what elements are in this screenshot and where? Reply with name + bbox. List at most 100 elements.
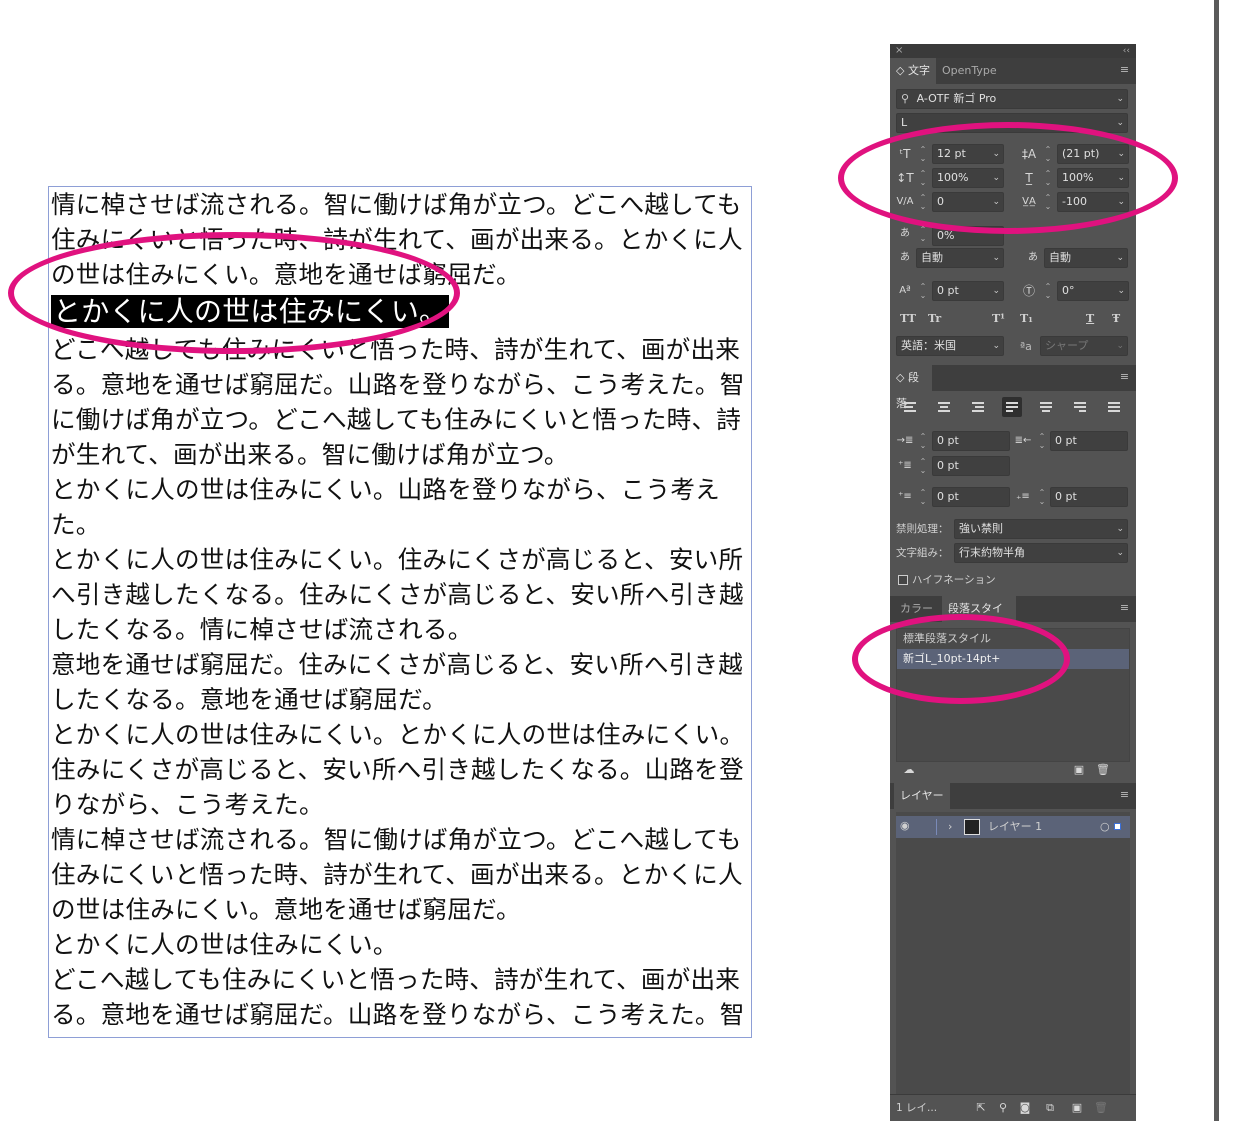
- align-left-button[interactable]: [900, 397, 920, 417]
- text-frame[interactable]: 情に棹させば流される。智に働けば角が立つ。どこへ越しても住みにくいと悟った時、詩…: [48, 186, 752, 1038]
- clipping-mask-icon[interactable]: ◙: [1018, 1100, 1032, 1116]
- panel-menu-icon[interactable]: ≡: [1119, 64, 1130, 75]
- left-indent-field[interactable]: 0 pt: [932, 431, 1010, 451]
- align-right-button[interactable]: [968, 397, 988, 417]
- tab-paragraph[interactable]: ◇ 段落: [890, 365, 932, 410]
- kerning-field[interactable]: 0 ⌄: [932, 192, 1004, 212]
- paragraph[interactable]: どこへ越しても住みにくいと悟った時、詩が生れて、画が出来る。意地を通せば窮屈だ。…: [49, 962, 751, 1037]
- right-indent-field[interactable]: 0 pt: [1050, 431, 1128, 451]
- tab-color[interactable]: カラー: [894, 596, 939, 622]
- list-item[interactable]: 標準段落スタイル: [897, 629, 1129, 649]
- rotation-icon: Ⓣ: [1022, 284, 1035, 298]
- kinsoku-value: 強い禁則: [959, 522, 1003, 535]
- space-after-stepper[interactable]: ⌃ ⌄: [1037, 488, 1047, 506]
- kerning-icon: V/A: [896, 196, 914, 207]
- tab-paragraph-styles[interactable]: 段落スタイル: [942, 596, 1016, 641]
- selection-indicator[interactable]: [1114, 823, 1121, 830]
- hyphenation-checkbox[interactable]: [898, 575, 908, 585]
- mojikumi-label: 文字組み：: [896, 547, 949, 559]
- tab-character[interactable]: ◇ 文字: [890, 58, 936, 84]
- tab-opentype[interactable]: OpenType: [936, 58, 1003, 84]
- new-layer-icon[interactable]: ▣: [1070, 1100, 1084, 1116]
- space-before-stepper[interactable]: ⌃ ⌄: [918, 488, 928, 506]
- first-line-indent-field[interactable]: 0 pt: [932, 456, 1010, 476]
- paragraph[interactable]: 情に棹させば流される。智に働けば角が立つ。どこへ越しても住みにくいと悟った時、詩…: [49, 187, 751, 292]
- rotation-stepper[interactable]: ⌃ ⌄: [1043, 282, 1053, 300]
- tab-layers[interactable]: レイヤー: [894, 783, 950, 809]
- paragraph[interactable]: どこへ越しても住みにくいと悟った時、詩が生れて、画が出来る。意地を通せば窮屈だ。…: [49, 332, 751, 472]
- layer-row[interactable]: ◉ › レイヤー 1 ○: [896, 816, 1130, 838]
- panel-menu-icon[interactable]: ≡: [1119, 371, 1130, 382]
- space-after-field[interactable]: 0 pt: [1050, 487, 1128, 507]
- antialias-select[interactable]: シャープ ⌄: [1040, 336, 1128, 356]
- list-item[interactable]: 新ゴL_10pt-14pt+: [897, 649, 1129, 669]
- mojikumi-select[interactable]: 行末約物半角 ⌄: [954, 543, 1128, 563]
- rotation-field[interactable]: 0° ⌄: [1057, 281, 1129, 301]
- space-before-field[interactable]: 0 pt: [932, 487, 1010, 507]
- panel-menu-icon[interactable]: ≡: [1119, 789, 1130, 800]
- strikethrough-button[interactable]: Ŧ: [1112, 312, 1120, 326]
- antialias-value: シャープ: [1045, 339, 1089, 352]
- justify-center-button[interactable]: [1036, 397, 1056, 417]
- horizontal-scale-field[interactable]: 100% ⌄: [1057, 168, 1129, 188]
- left-indent-stepper[interactable]: ⌃ ⌄: [918, 432, 928, 450]
- leading-field[interactable]: (21 pt) ⌄: [1057, 144, 1129, 164]
- font-family-field[interactable]: ⚲ A-OTF 新ゴ Pro ⌄: [896, 89, 1128, 109]
- baseline-shift-field[interactable]: 0 pt ⌄: [932, 281, 1004, 301]
- right-indent-stepper[interactable]: ⌃ ⌄: [1037, 432, 1047, 450]
- small-caps-button[interactable]: Tr: [928, 312, 941, 326]
- paragraph[interactable]: とかくに人の世は住みにくい。とかくに人の世は住みにくい。住みにくさが高じると、安…: [49, 717, 751, 822]
- all-caps-button[interactable]: TT: [900, 312, 916, 326]
- baseline-shift-stepper[interactable]: ⌃ ⌄: [918, 282, 928, 300]
- chevron-down-icon: ⌄: [992, 173, 1000, 183]
- subscript-button[interactable]: T₁: [1020, 312, 1033, 326]
- paragraph[interactable]: とかくに人の世は住みにくい。山路を登りながら、こう考えた。: [49, 472, 751, 542]
- panel-menu-icon[interactable]: ≡: [1119, 602, 1130, 613]
- collapse-icon[interactable]: ‹‹: [1123, 44, 1130, 58]
- paragraph[interactable]: 情に棹させば流される。智に働けば角が立つ。どこへ越しても住みにくいと悟った時、詩…: [49, 822, 751, 927]
- kinsoku-select[interactable]: 強い禁則 ⌄: [954, 519, 1128, 539]
- cloud-icon[interactable]: ☁: [900, 762, 918, 778]
- font-size-stepper[interactable]: ⌃ ⌄: [918, 145, 928, 163]
- new-sublayer-icon[interactable]: ⧉: [1042, 1100, 1058, 1116]
- font-style-field[interactable]: L ⌄: [896, 113, 1128, 133]
- eye-icon[interactable]: ◉: [900, 819, 910, 833]
- underline-button[interactable]: T: [1086, 312, 1094, 326]
- superscript-button[interactable]: T¹: [992, 312, 1005, 326]
- trash-icon[interactable]: 🗑︎: [1096, 762, 1110, 778]
- layer-name[interactable]: レイヤー 1: [988, 820, 1042, 834]
- tracking-stepper[interactable]: ⌃ ⌄: [1043, 193, 1053, 211]
- leading-stepper[interactable]: ⌃ ⌄: [1043, 145, 1053, 163]
- language-select[interactable]: 英語：米国 ⌄: [896, 336, 1004, 356]
- paragraph[interactable]: 意地を通せば窮屈だ。住みにくさが高じると、安い所へ引き越したくなる。意地を通せば…: [49, 647, 751, 717]
- kerning-stepper[interactable]: ⌃ ⌄: [918, 193, 928, 211]
- first-line-indent-stepper[interactable]: ⌃ ⌄: [918, 457, 928, 475]
- selected-text[interactable]: とかくに人の世は住みにくい。: [51, 295, 450, 328]
- expand-arrow-icon[interactable]: ›: [948, 820, 952, 834]
- aki-left-field[interactable]: 自動 ⌄: [916, 248, 1004, 268]
- tsume-stepper[interactable]: ⌃ ⌄: [918, 225, 928, 243]
- font-size-field[interactable]: 12 pt ⌄: [932, 144, 1004, 164]
- tracking-field[interactable]: -100 ⌄: [1057, 192, 1129, 212]
- horizontal-scale-value: 100%: [1062, 171, 1094, 184]
- target-icon[interactable]: ○: [1100, 820, 1110, 834]
- paragraph[interactable]: とかくに人の世は住みにくい。住みにくさが高じると、安い所へ引き越したくなる。住み…: [49, 542, 751, 647]
- justify-left-button[interactable]: [1002, 397, 1022, 417]
- tracking-value: -100: [1062, 195, 1087, 208]
- justify-right-button[interactable]: [1070, 397, 1090, 417]
- vertical-scale-field[interactable]: 100% ⌄: [932, 168, 1004, 188]
- close-icon[interactable]: ×: [895, 44, 903, 58]
- justify-all-button[interactable]: [1104, 397, 1124, 417]
- chevron-down-icon: ⌄: [1116, 94, 1124, 104]
- tsume-field[interactable]: 0%: [932, 226, 1004, 246]
- aki-right-field[interactable]: 自動 ⌄: [1044, 248, 1128, 268]
- horizontal-scale-stepper[interactable]: ⌃ ⌄: [1043, 169, 1053, 187]
- align-center-button[interactable]: [934, 397, 954, 417]
- search-icon[interactable]: ⚲: [996, 1100, 1010, 1116]
- paragraph[interactable]: とかくに人の世は住みにくい。: [49, 927, 751, 962]
- vertical-scale-stepper[interactable]: ⌃ ⌄: [918, 169, 928, 187]
- trash-icon[interactable]: 🗑︎: [1094, 1100, 1108, 1116]
- export-icon[interactable]: ⇱: [974, 1100, 988, 1116]
- selected-paragraph[interactable]: とかくに人の世は住みにくい。: [49, 290, 751, 334]
- new-style-icon[interactable]: ▣: [1072, 762, 1086, 778]
